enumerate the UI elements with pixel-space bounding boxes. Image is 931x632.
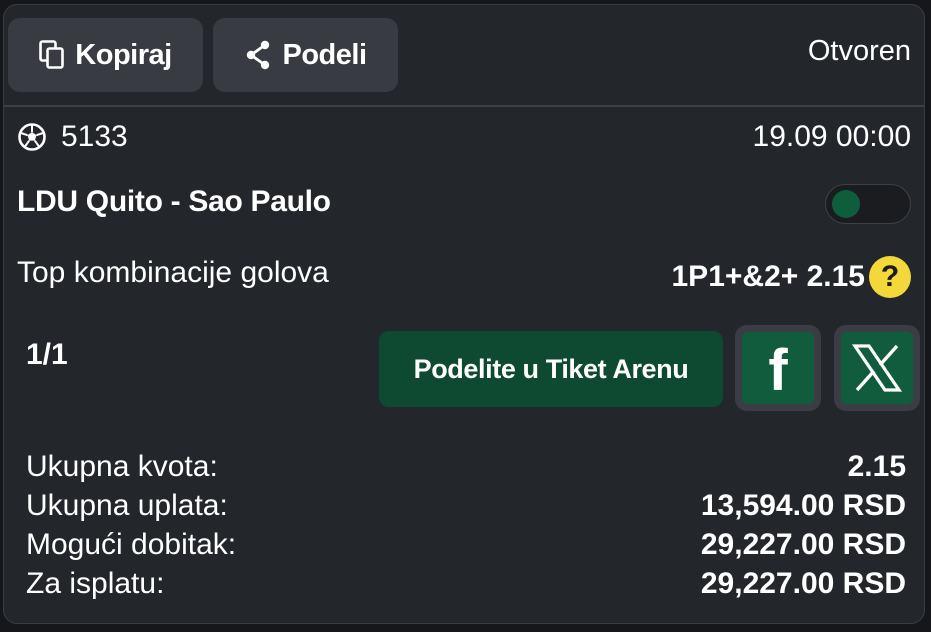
total-stake-row: Ukupna uplata: 13,594.00 RSD bbox=[26, 486, 906, 525]
possible-win-value: 29,227.00 RSD bbox=[700, 528, 906, 561]
facebook-icon: f bbox=[742, 332, 814, 404]
total-odds-value: 2.15 bbox=[847, 450, 906, 483]
toggle-knob bbox=[832, 190, 860, 218]
event-id-row: 5133 bbox=[17, 120, 128, 154]
total-odds-label: Ukupna kvota: bbox=[26, 450, 218, 483]
copy-label: Kopiraj bbox=[75, 38, 172, 71]
x-share-button[interactable] bbox=[834, 325, 920, 411]
x-logo-icon bbox=[841, 332, 913, 404]
share-icon bbox=[244, 40, 272, 70]
ticket-status: Otvoren bbox=[807, 35, 911, 67]
payout-row: Za isplatu: 29,227.00 RSD bbox=[26, 564, 906, 603]
tiket-arena-label: Podelite u Tiket Arenu bbox=[413, 353, 689, 384]
ticket-counter: 1/1 bbox=[26, 338, 68, 371]
total-odds-row: Ukupna kvota: 2.15 bbox=[26, 447, 906, 486]
pick-odds: 1P1+&2+ 2.15 bbox=[671, 260, 866, 293]
help-icon[interactable]: ? bbox=[869, 256, 911, 298]
copy-button[interactable]: Kopiraj bbox=[8, 18, 203, 92]
market-name: Top kombinacije golova bbox=[17, 256, 329, 289]
payout-value: 29,227.00 RSD bbox=[700, 567, 906, 600]
event-toggle[interactable] bbox=[825, 184, 911, 224]
possible-win-row: Mogući dobitak: 29,227.00 RSD bbox=[26, 525, 906, 564]
facebook-glyph: f bbox=[768, 338, 788, 403]
total-stake-label: Ukupna uplata: bbox=[26, 489, 228, 522]
pick-row: 1P1+&2+ 2.15 ? bbox=[671, 256, 911, 298]
tiket-arena-button[interactable]: Podelite u Tiket Arenu bbox=[379, 331, 723, 407]
soccer-ball-icon bbox=[17, 122, 47, 152]
event-datetime: 19.09 00:00 bbox=[752, 120, 911, 153]
ticket-header: Kopiraj Podeli Otvoren bbox=[4, 5, 924, 107]
ticket-card: Kopiraj Podeli Otvoren 5133 19.09 00:00 … bbox=[3, 4, 925, 624]
match-name: LDU Quito - Sao Paulo bbox=[17, 185, 331, 218]
ticket-totals: Ukupna kvota: 2.15 Ukupna uplata: 13,594… bbox=[26, 447, 906, 603]
facebook-share-button[interactable]: f bbox=[735, 325, 821, 411]
payout-label: Za isplatu: bbox=[26, 567, 165, 600]
copy-icon bbox=[39, 40, 65, 70]
share-button[interactable]: Podeli bbox=[213, 18, 398, 92]
share-label: Podeli bbox=[282, 38, 367, 71]
total-stake-value: 13,594.00 RSD bbox=[700, 489, 906, 522]
event-id: 5133 bbox=[61, 120, 128, 153]
possible-win-label: Mogući dobitak: bbox=[26, 528, 237, 561]
